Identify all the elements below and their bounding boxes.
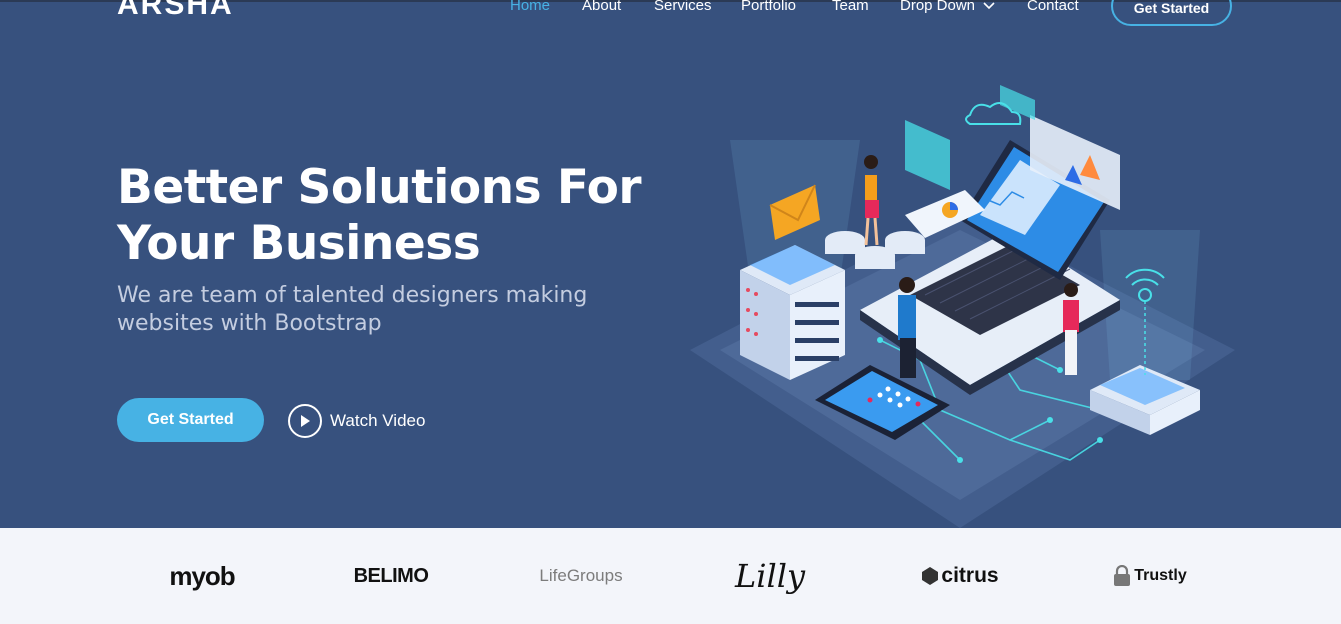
nav-contact[interactable]: Contact bbox=[1027, 0, 1079, 14]
watch-video-link[interactable]: Watch Video bbox=[288, 404, 425, 438]
nav-team[interactable]: Team bbox=[832, 0, 869, 14]
lilly-logo-text: Lilly bbox=[734, 557, 806, 595]
trustly-logo-text: Trustly bbox=[1134, 567, 1187, 584]
nav-dropdown[interactable]: Drop Down bbox=[900, 0, 995, 14]
citrus-leaf-icon bbox=[922, 567, 939, 585]
hero-subtitle: We are team of talented designers making… bbox=[117, 283, 588, 336]
client-logo-trustly[interactable]: Trustly bbox=[1105, 528, 1195, 624]
hero-title-line2: Your Business bbox=[117, 216, 481, 271]
client-logo-myob[interactable]: myob bbox=[160, 528, 244, 624]
nav-home[interactable]: Home bbox=[510, 0, 550, 14]
nav-portfolio[interactable]: Portfolio bbox=[741, 0, 796, 14]
laptop-servers-isometric-illustration bbox=[690, 85, 1235, 528]
nav-about[interactable]: About bbox=[582, 0, 621, 14]
lifegroups-logo-text: LifeGroups bbox=[539, 566, 623, 585]
nav-dropdown-label: Drop Down bbox=[900, 0, 976, 14]
client-logo-lifegroups[interactable]: LifeGroups bbox=[536, 528, 626, 624]
chevron-down-icon bbox=[983, 2, 995, 10]
site-logo[interactable]: ARSHA bbox=[117, 0, 234, 22]
nav-services[interactable]: Services bbox=[654, 0, 712, 14]
hero-title-line1: Better Solutions For bbox=[117, 160, 642, 215]
nav-get-started-button[interactable]: Get Started bbox=[1111, 0, 1232, 26]
hero-title: Better Solutions For Your Business bbox=[117, 160, 677, 272]
play-icon bbox=[288, 404, 322, 438]
get-started-button[interactable]: Get Started bbox=[117, 398, 264, 442]
clients-section: myob BELIMO LifeGroups Lilly citrus Trus… bbox=[0, 528, 1341, 624]
belimo-logo-text: BELIMO bbox=[353, 564, 429, 587]
client-logo-citrus[interactable]: citrus bbox=[915, 528, 1005, 624]
client-logo-belimo[interactable]: BELIMO bbox=[346, 528, 436, 624]
lock-icon bbox=[1114, 565, 1131, 586]
citrus-logo-text: citrus bbox=[941, 564, 999, 587]
watch-video-label: Watch Video bbox=[330, 411, 426, 430]
client-logo-lilly[interactable]: Lilly bbox=[725, 528, 815, 624]
hero-section: ARSHA Home About Services Portfolio Team… bbox=[0, 0, 1341, 528]
myob-logo-text: myob bbox=[169, 560, 235, 591]
